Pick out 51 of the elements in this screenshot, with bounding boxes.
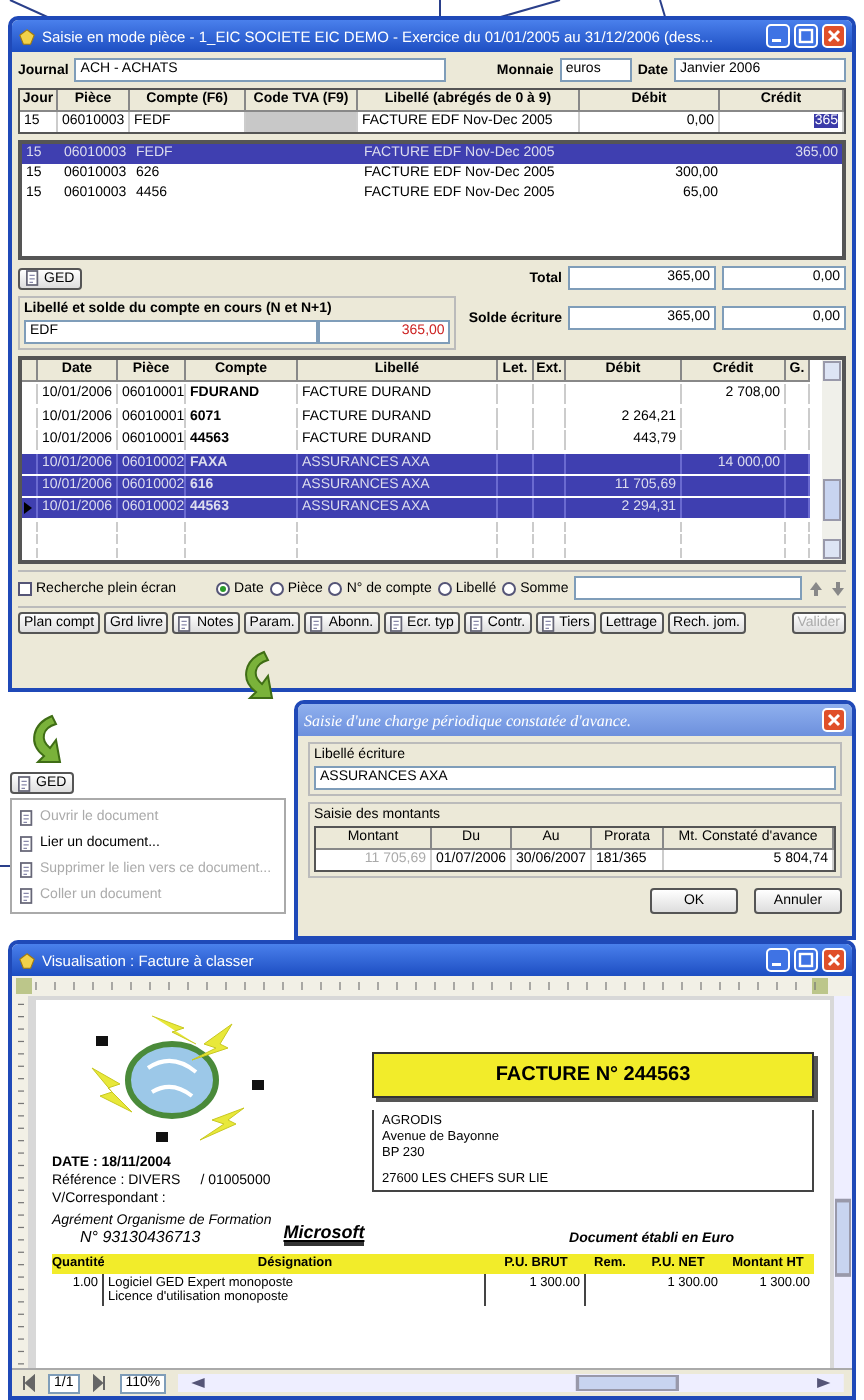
document-icon [178, 615, 193, 631]
last-page-icon[interactable] [91, 1374, 108, 1392]
window-title: Saisie d'une charge périodique constatée d'avance. [304, 711, 634, 729]
table-cell [566, 453, 682, 474]
document-icon [20, 835, 34, 851]
table-cell [786, 498, 810, 519]
table-cell [498, 475, 534, 496]
close-icon[interactable] [822, 948, 846, 972]
agreement-number: N° 93130436713 [78, 1228, 203, 1246]
app-icon [18, 27, 36, 45]
minimize-icon[interactable] [766, 948, 790, 972]
table-cell [498, 498, 534, 519]
table-cell [786, 453, 810, 474]
close-icon[interactable] [822, 24, 846, 48]
close-icon[interactable] [822, 708, 846, 732]
invoice-title: FACTURE N° 244563 [372, 1052, 814, 1098]
table-cell [534, 498, 566, 519]
search-field[interactable] [574, 576, 802, 600]
document-icon [20, 887, 34, 903]
column-header [22, 360, 38, 382]
document-icon [20, 861, 34, 877]
down-arrow-icon[interactable] [830, 579, 846, 597]
maximize-icon[interactable] [794, 24, 818, 48]
table-cell [534, 475, 566, 496]
horizontal-scrollbar[interactable] [178, 1374, 844, 1392]
app-icon [18, 951, 36, 969]
table-cell [682, 498, 786, 519]
radio-button[interactable] [502, 581, 517, 595]
radio-button[interactable] [328, 581, 343, 595]
checkbox[interactable] [18, 581, 32, 595]
maximize-icon[interactable] [794, 948, 818, 972]
first-page-icon[interactable] [20, 1374, 36, 1392]
table-cell [786, 475, 810, 496]
radio-button[interactable] [437, 581, 452, 595]
radio-button[interactable] [269, 581, 284, 595]
table-cell [498, 453, 534, 474]
vertical-scrollbar[interactable] [834, 996, 852, 1368]
leader-line [0, 865, 11, 867]
radio-button[interactable] [216, 581, 231, 595]
document-icon [469, 615, 484, 631]
document-icon [310, 615, 325, 631]
document-icon [20, 809, 34, 825]
up-arrow-icon[interactable] [808, 579, 824, 597]
table-cell [246, 112, 358, 132]
document-icon [541, 615, 556, 631]
table-cell [534, 453, 566, 474]
table-cell [682, 475, 786, 496]
document-icon [389, 615, 404, 631]
minimize-icon[interactable] [766, 24, 790, 48]
vertical-scrollbar[interactable] [822, 360, 842, 560]
partner-logo: Microsoft [283, 1222, 365, 1246]
